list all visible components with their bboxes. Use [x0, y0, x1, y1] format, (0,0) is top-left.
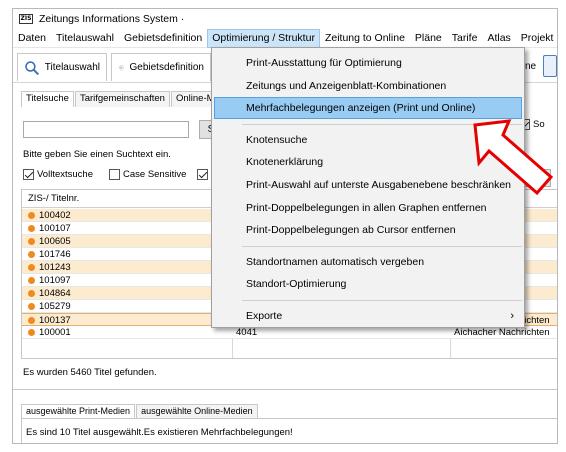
menu-daten[interactable]: Daten [13, 29, 51, 48]
menu-item-standort-optimierung[interactable]: Standort-Optimierung [214, 273, 522, 295]
checkbox-box[interactable] [197, 169, 208, 180]
menu-item-print-ausstattung-für-optimierung[interactable]: Print-Ausstattung für Optimierung [214, 52, 522, 74]
cell-titelnr: 104864 [39, 288, 71, 299]
menu-plaene[interactable]: Pläne [410, 29, 447, 48]
selection-panel: Es sind 10 Titel ausgewählt.Es existiere… [21, 418, 557, 443]
cell-col3: Aichacher Nachrichten [454, 327, 550, 338]
menu-zeitung-to-online[interactable]: Zeitung to Online [320, 29, 410, 48]
magnifier-icon [25, 60, 39, 75]
menu-item-standortnamen-automatisch-vergeben[interactable]: Standortnamen automatisch vergeben [214, 251, 522, 273]
cell-titelnr: 100605 [39, 236, 71, 247]
menu-item-label: Knotenerklärung [246, 156, 324, 169]
selection-status: Es sind 10 Titel ausgewählt.Es existiere… [26, 427, 293, 438]
cell-titelnr: 101097 [39, 275, 71, 286]
cell-titelnr: 100001 [39, 327, 71, 338]
calculator-icon[interactable] [543, 55, 557, 77]
status-dot-icon [28, 329, 35, 336]
divider [13, 389, 557, 390]
title-bar: ZIS Zeitungs Informations System · [13, 9, 557, 28]
menu-gebietsdefinition[interactable]: Gebietsdefinition [119, 29, 207, 48]
app-logo: ZIS [19, 14, 33, 24]
menu-item-label: Knotensuche [246, 133, 308, 146]
cell-titelnr: 100107 [39, 223, 71, 234]
status-dot-icon [28, 225, 35, 232]
cell-col2: 4041 [236, 327, 258, 338]
menu-item-label: Print-Doppelbelegungen ab Cursor entfern… [246, 224, 456, 237]
checkbox-third[interactable] [197, 169, 208, 180]
checkbox-label: Case Sensitive [123, 169, 187, 180]
toolbar-tab-label: Gebietsdefinition [129, 62, 205, 73]
menu-projekt[interactable]: Projekt [516, 29, 557, 48]
menu-item-label: Standortnamen automatisch vergeben [246, 255, 425, 268]
toolbar-tab-fragment[interactable]: ne [525, 61, 536, 72]
status-dot-icon [28, 303, 35, 310]
cell-titelnr: 100402 [39, 210, 71, 221]
tab-online-medien-selected[interactable]: ausgewählte Online-Medien [136, 404, 258, 419]
status-dot-icon [28, 290, 35, 297]
menu-atlas[interactable]: Atlas [482, 29, 515, 48]
status-dot-icon [28, 277, 35, 284]
toolbar-tab-titelauswahl[interactable]: Titelauswahl [17, 53, 107, 81]
checkbox-box[interactable] [23, 169, 34, 180]
status-dot-icon [28, 264, 35, 271]
cell-titelnr: 101746 [39, 249, 71, 260]
menu-bar: Daten Titelauswahl Gebietsdefinition Opt… [13, 28, 557, 48]
checkbox-box[interactable] [109, 169, 120, 180]
menu-item-label: Exporte [246, 310, 283, 322]
menu-item-zeitungs-und-anzeigenblatt-kombinationen[interactable]: Zeitungs und Anzeigenblatt-Kombinationen [214, 75, 522, 97]
menu-item-label: Mehrfachbelegungen anzeigen (Print und O… [246, 102, 476, 115]
checkbox-case-sensitive[interactable]: Case Sensitive [109, 169, 186, 180]
status-dot-icon [28, 317, 35, 324]
menu-item-exporte[interactable]: Exporte › [214, 305, 522, 327]
submenu-arrow-icon: › [510, 310, 514, 322]
toolbar-tab-label: Titelauswahl [44, 62, 100, 73]
status-dot-icon [28, 238, 35, 245]
status-dot-icon [28, 251, 35, 258]
cell-titelnr: 105279 [39, 301, 71, 312]
search-hint: Bitte geben Sie einen Suchtext ein. [23, 149, 171, 160]
toolbar-tab-gebietsdefinition[interactable]: Gebietsdefinition [111, 53, 211, 81]
search-subtabs: Titelsuche Tarifgemeinschaften Online-Me [21, 91, 226, 107]
cell-titelnr: 101243 [39, 262, 71, 273]
menu-item-label: Print-Ausstattung für Optimierung [246, 57, 402, 69]
map-region-icon [118, 64, 124, 71]
status-found: Es wurden 5460 Titel gefunden. [23, 367, 157, 378]
menu-item-label: Print-Doppelbelegungen in allen Graphen … [246, 201, 487, 214]
checkbox-label: Volltextsuche [37, 169, 93, 180]
menu-separator [242, 300, 522, 301]
window-title: Zeitungs Informations System · [39, 13, 185, 25]
menu-optimierung-struktur[interactable]: Optimierung / Struktur [207, 28, 320, 48]
menu-titelauswahl[interactable]: Titelauswahl [51, 29, 119, 48]
tab-tarifgemeinschaften[interactable]: Tarifgemeinschaften [74, 91, 170, 107]
menu-item-label: Standort-Optimierung [246, 278, 347, 291]
annotation-arrow-icon [473, 119, 554, 196]
search-input[interactable] [23, 121, 189, 138]
tab-titelsuche[interactable]: Titelsuche [21, 91, 74, 107]
menu-item-label: Zeitungs und Anzeigenblatt-Kombinationen [246, 79, 447, 92]
tab-print-medien[interactable]: ausgewählte Print-Medien [21, 404, 136, 419]
menu-separator [242, 245, 522, 247]
menu-item-print-doppelbelegungen-ab-cursor-entfernen[interactable]: Print-Doppelbelegungen ab Cursor entfern… [214, 219, 522, 241]
status-dot-icon [28, 212, 35, 219]
cell-titelnr: 100137 [39, 315, 71, 326]
menu-tarife[interactable]: Tarife [447, 29, 483, 48]
column-header-titelnr[interactable]: ZIS-/ Titelnr. [28, 193, 79, 204]
bottom-tabs: ausgewählte Print-Medien ausgewählte Onl… [21, 404, 259, 419]
checkbox-volltextsuche[interactable]: Volltextsuche [23, 169, 93, 180]
app-window: ZIS Zeitungs Informations System · Daten… [12, 8, 558, 444]
